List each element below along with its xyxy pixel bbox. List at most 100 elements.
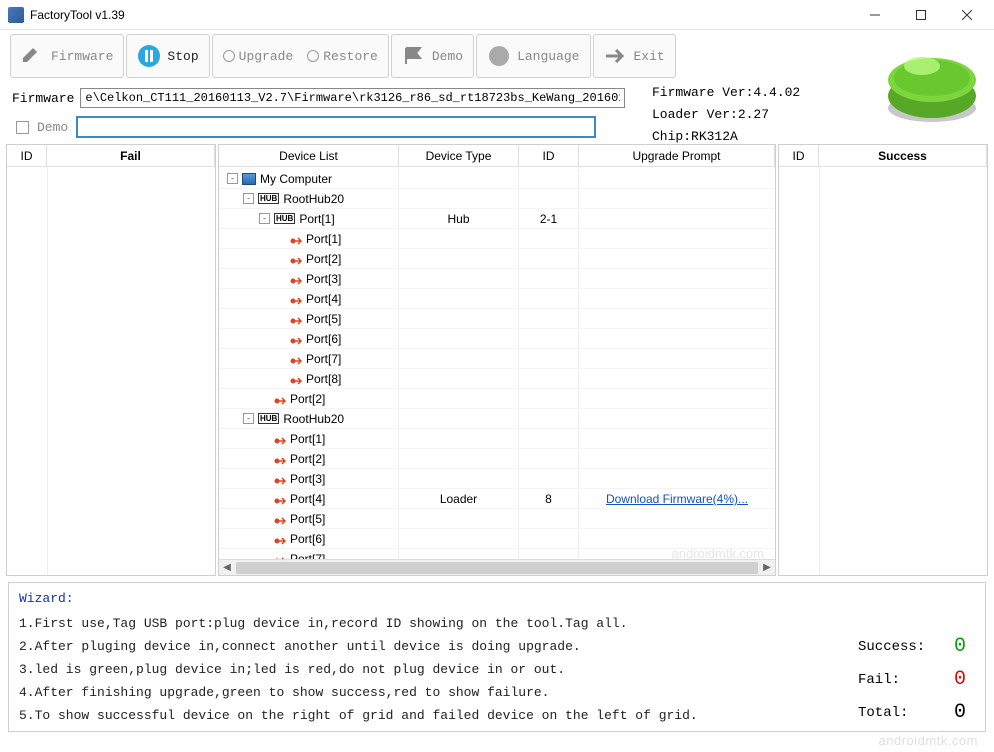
usb-icon: [274, 495, 286, 503]
success-count-label: Success:: [858, 639, 928, 655]
device-grid: Device List Device Type ID Upgrade Promp…: [218, 144, 776, 576]
device-id-cell: [519, 269, 579, 288]
window-title: FactoryTool v1.39: [30, 8, 852, 22]
minimize-button[interactable]: [852, 0, 898, 30]
device-type-cell: [399, 269, 519, 288]
device-tree[interactable]: -My Computer-HUBRootHub20-HUBPort[1]Hub2…: [219, 167, 775, 559]
demo-button[interactable]: Demo: [391, 34, 474, 78]
tree-row[interactable]: Port[2]: [219, 249, 775, 269]
success-header[interactable]: Success: [819, 145, 987, 166]
device-type-cell: [399, 529, 519, 548]
tree-row[interactable]: Port[3]: [219, 469, 775, 489]
tree-row[interactable]: Port[1]: [219, 429, 775, 449]
device-id-header[interactable]: ID: [519, 145, 579, 166]
tree-row[interactable]: -HUBRootHub20: [219, 409, 775, 429]
device-list-header[interactable]: Device List: [219, 145, 399, 166]
usb-icon: [274, 475, 286, 483]
firmware-path-label: Firmware: [12, 91, 74, 106]
close-button[interactable]: [944, 0, 990, 30]
wizard-title: Wizard:: [19, 591, 975, 606]
device-id-cell: [519, 289, 579, 308]
tree-twist-icon[interactable]: -: [227, 173, 238, 184]
firmware-button[interactable]: Firmware: [10, 34, 124, 78]
scroll-thumb[interactable]: [236, 562, 758, 574]
scroll-left-icon: ◀: [219, 562, 235, 573]
tree-row[interactable]: Port[8]: [219, 369, 775, 389]
titlebar: FactoryTool v1.39: [0, 0, 994, 30]
stop-label: Stop: [167, 49, 198, 64]
tree-row[interactable]: Port[2]: [219, 449, 775, 469]
stop-button[interactable]: Stop: [126, 34, 209, 78]
chip-value: RK312A: [691, 129, 738, 144]
tree-row[interactable]: Port[3]: [219, 269, 775, 289]
usb-icon: [290, 335, 302, 343]
tree-row[interactable]: -HUBPort[1]Hub2-1: [219, 209, 775, 229]
device-type-header[interactable]: Device Type: [399, 145, 519, 166]
maximize-button[interactable]: [898, 0, 944, 30]
exit-button[interactable]: Exit: [593, 34, 676, 78]
usb-icon: [274, 515, 286, 523]
tree-node-label: Port[3]: [290, 472, 325, 486]
scroll-right-icon: ▶: [759, 562, 775, 573]
upgrade-prompt-cell: [579, 429, 775, 448]
upgrade-prompt-cell: [579, 189, 775, 208]
success-id-header[interactable]: ID: [779, 145, 819, 166]
upgrade-radio[interactable]: Upgrade: [223, 49, 294, 64]
exit-icon: [604, 44, 628, 68]
firmware-path-input[interactable]: [80, 88, 625, 108]
tree-row[interactable]: Port[6]: [219, 329, 775, 349]
firmware-icon: [21, 44, 45, 68]
toolbar: Firmware Stop Upgrade Restore Demo Langu…: [0, 30, 994, 82]
device-id-cell: [519, 249, 579, 268]
tree-row[interactable]: Port[5]: [219, 309, 775, 329]
fail-header[interactable]: Fail: [47, 145, 215, 166]
go-button[interactable]: [882, 36, 982, 129]
tree-row[interactable]: Port[4]Loader8Download Firmware(4%)...: [219, 489, 775, 509]
fail-id-header[interactable]: ID: [7, 145, 47, 166]
tree-twist-icon[interactable]: -: [259, 213, 270, 224]
upgrade-label: Upgrade: [239, 49, 294, 64]
upgrade-prompt-header[interactable]: Upgrade Prompt: [579, 145, 775, 166]
usb-icon: [274, 535, 286, 543]
device-id-cell: [519, 449, 579, 468]
device-id-cell: [519, 349, 579, 368]
tree-node-label: Port[6]: [290, 532, 325, 546]
fail-grid-body: [7, 167, 215, 575]
upgrade-prompt-cell: [579, 209, 775, 228]
tree-row[interactable]: -HUBRootHub20: [219, 189, 775, 209]
demo-input[interactable]: [76, 116, 596, 138]
device-id-cell: [519, 409, 579, 428]
device-type-cell: [399, 369, 519, 388]
upgrade-prompt-cell: [579, 409, 775, 428]
info-block: Firmware Ver:4.4.02 Loader Ver:2.27 Chip…: [652, 82, 800, 148]
tree-twist-icon[interactable]: -: [243, 193, 254, 204]
upgrade-prompt-cell: [579, 469, 775, 488]
tree-node-label: Port[5]: [306, 312, 341, 326]
tree-node-label: Port[8]: [306, 372, 341, 386]
restore-radio[interactable]: Restore: [307, 49, 378, 64]
upgrade-prompt-cell: [579, 449, 775, 468]
tree-node-label: Port[1]: [306, 232, 341, 246]
upgrade-prompt-cell: [579, 169, 775, 188]
tree-row[interactable]: Port[7]: [219, 349, 775, 369]
upgrade-prompt-cell: Download Firmware(4%)...: [579, 489, 775, 508]
tree-node-label: Port[7]: [290, 552, 325, 560]
device-type-cell: [399, 409, 519, 428]
upgrade-prompt-cell: [579, 389, 775, 408]
tree-row[interactable]: Port[2]: [219, 389, 775, 409]
tree-twist-icon[interactable]: -: [243, 413, 254, 424]
fail-grid: ID Fail: [6, 144, 216, 576]
wizard-line-3: 3.led is green,plug device in;led is red…: [19, 662, 975, 677]
device-id-cell: [519, 369, 579, 388]
tree-row[interactable]: Port[4]: [219, 289, 775, 309]
demo-checkbox[interactable]: [16, 121, 29, 134]
wizard-panel: Wizard: 1.First use,Tag USB port:plug de…: [8, 582, 986, 732]
upgrade-prompt-cell: [579, 349, 775, 368]
horizontal-scrollbar[interactable]: ◀ ▶: [219, 559, 775, 575]
usb-icon: [290, 275, 302, 283]
tree-row[interactable]: -My Computer: [219, 169, 775, 189]
usb-icon: [290, 355, 302, 363]
tree-row[interactable]: Port[1]: [219, 229, 775, 249]
tree-row[interactable]: Port[5]: [219, 509, 775, 529]
language-button[interactable]: Language: [476, 34, 590, 78]
